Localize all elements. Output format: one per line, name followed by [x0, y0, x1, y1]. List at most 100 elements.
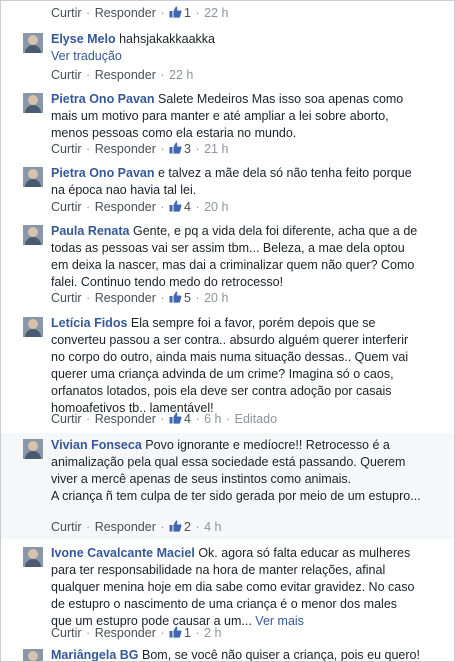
- thumbs-up-icon[interactable]: [169, 142, 182, 154]
- reply-link[interactable]: Responder: [95, 200, 156, 214]
- separator: ·: [86, 142, 91, 156]
- separator: ·: [195, 142, 200, 156]
- user-avatar-icon[interactable]: [23, 547, 43, 567]
- separator: ·: [86, 291, 91, 305]
- like-count: 4: [184, 200, 191, 214]
- comment-body: Letícia Fidos Ela sempre foi a favor, po…: [51, 315, 421, 417]
- see-more-link[interactable]: Ver mais: [255, 614, 304, 628]
- separator: ·: [160, 142, 165, 156]
- comment-actions: Curtir · Responder · 5 · 20 h: [51, 290, 228, 307]
- comment-body: Vivian Fonseca Povo ignorante e medíocre…: [51, 437, 421, 505]
- like-link[interactable]: Curtir: [51, 142, 82, 156]
- user-avatar-icon[interactable]: [23, 317, 43, 337]
- comment-actions: Curtir · Responder · 22 h: [51, 67, 193, 84]
- thumbs-up-icon[interactable]: [169, 200, 182, 212]
- thumbs-up-icon[interactable]: [169, 412, 182, 424]
- comment-body: Ivone Cavalcante Maciel Ok. agora só fal…: [51, 545, 421, 630]
- like-link[interactable]: Curtir: [51, 291, 82, 305]
- comment-author[interactable]: Letícia Fidos: [51, 316, 127, 330]
- reply-link[interactable]: Responder: [95, 626, 156, 640]
- timestamp[interactable]: 2 h: [204, 626, 221, 640]
- like-count: 2: [184, 520, 191, 534]
- comment-text: A criança ñ tem culpa de ter sido gerada…: [51, 489, 421, 503]
- separator: ·: [195, 200, 200, 214]
- separator: ·: [86, 200, 91, 214]
- separator: ·: [160, 6, 165, 20]
- reply-link[interactable]: Responder: [95, 520, 156, 534]
- like-link[interactable]: Curtir: [51, 626, 82, 640]
- thumbs-up-icon[interactable]: [169, 6, 182, 18]
- like-link[interactable]: Curtir: [51, 200, 82, 214]
- comment-item: Ivone Cavalcante Maciel Ok. agora só fal…: [1, 541, 454, 645]
- separator: ·: [160, 412, 165, 426]
- comment-body: Elyse Melo hahsjakakkaakka Ver tradução: [51, 31, 421, 65]
- user-avatar-icon[interactable]: [23, 649, 43, 661]
- comment-author[interactable]: Paula Renata: [51, 224, 130, 238]
- timestamp[interactable]: 22 h: [169, 68, 193, 82]
- comment-item: Curtir · Responder · 1 · 22 h: [1, 1, 454, 25]
- comment-author[interactable]: Pietra Ono Pavan: [51, 92, 155, 106]
- user-avatar-icon[interactable]: [23, 439, 43, 459]
- user-avatar-icon[interactable]: [23, 167, 43, 187]
- comment-actions: Curtir · Responder · 4 · 6 h · Editado: [51, 411, 277, 428]
- comment-author[interactable]: Ivone Cavalcante Maciel: [51, 546, 195, 560]
- comment-actions: Curtir · Responder · 1 · 22 h: [51, 5, 228, 22]
- separator: ·: [195, 6, 200, 20]
- like-link[interactable]: Curtir: [51, 6, 82, 20]
- timestamp[interactable]: 22 h: [204, 6, 228, 20]
- user-avatar-icon[interactable]: [23, 225, 43, 245]
- comment-text: hahsjakakkaakka: [119, 32, 216, 46]
- comment-item: Mariângela BG Bom, se você não quiser a …: [1, 645, 454, 662]
- comments-panel: Curtir · Responder · 1 · 22 h Elyse Melo…: [0, 0, 455, 662]
- translate-link[interactable]: Ver tradução: [51, 49, 122, 63]
- like-link[interactable]: Curtir: [51, 412, 82, 426]
- thumbs-up-icon[interactable]: [169, 520, 182, 532]
- like-count: 1: [184, 6, 191, 20]
- comment-body: Paula Renata Gente, e pq a vida dela foi…: [51, 223, 421, 291]
- separator: ·: [195, 412, 200, 426]
- separator: ·: [225, 412, 231, 426]
- separator: ·: [86, 520, 91, 534]
- comment-author[interactable]: Elyse Melo: [51, 32, 116, 46]
- comment-item: Elyse Melo hahsjakakkaakka Ver tradução …: [1, 27, 454, 85]
- edited-label[interactable]: Editado: [235, 412, 277, 426]
- comment-item: Paula Renata Gente, e pq a vida dela foi…: [1, 219, 454, 309]
- like-count: 3: [184, 142, 191, 156]
- comment-text: Ela sempre foi a favor, porém depois que…: [51, 316, 409, 415]
- separator: ·: [86, 412, 91, 426]
- timestamp[interactable]: 20 h: [204, 291, 228, 305]
- timestamp[interactable]: 21 h: [204, 142, 228, 156]
- comment-body: Pietra Ono Pavan Salete Medeiros Mas iss…: [51, 91, 421, 142]
- thumbs-up-icon[interactable]: [169, 626, 182, 638]
- comment-actions: Curtir · Responder · 4 · 20 h: [51, 199, 228, 216]
- comment-author[interactable]: Pietra Ono Pavan: [51, 166, 155, 180]
- comment-text: Bom, se você não quiser a criança, pois …: [142, 648, 420, 662]
- separator: ·: [86, 626, 91, 640]
- reply-link[interactable]: Responder: [95, 142, 156, 156]
- comment-actions: Curtir · Responder · 1 · 2 h: [51, 625, 221, 642]
- reply-link[interactable]: Responder: [95, 68, 156, 82]
- separator: ·: [195, 520, 200, 534]
- separator: ·: [160, 200, 165, 214]
- separator: ·: [195, 291, 200, 305]
- separator: ·: [86, 6, 91, 20]
- comment-author[interactable]: Vivian Fonseca: [51, 438, 142, 452]
- thumbs-up-icon[interactable]: [169, 291, 182, 303]
- reply-link[interactable]: Responder: [95, 291, 156, 305]
- comment-body: Pietra Ono Pavan e talvez a mãe dela só …: [51, 165, 421, 199]
- timestamp[interactable]: 4 h: [204, 520, 221, 534]
- like-count: 1: [184, 626, 191, 640]
- reply-link[interactable]: Responder: [95, 6, 156, 20]
- separator: ·: [195, 626, 200, 640]
- user-avatar-icon[interactable]: [23, 33, 43, 53]
- separator: ·: [160, 291, 165, 305]
- timestamp[interactable]: 20 h: [204, 200, 228, 214]
- reply-link[interactable]: Responder: [95, 412, 156, 426]
- like-count: 4: [184, 412, 191, 426]
- like-link[interactable]: Curtir: [51, 520, 82, 534]
- timestamp[interactable]: 6 h: [204, 412, 221, 426]
- user-avatar-icon[interactable]: [23, 93, 43, 113]
- comment-author[interactable]: Mariângela BG: [51, 648, 139, 661]
- like-link[interactable]: Curtir: [51, 68, 82, 82]
- separator: ·: [86, 68, 91, 82]
